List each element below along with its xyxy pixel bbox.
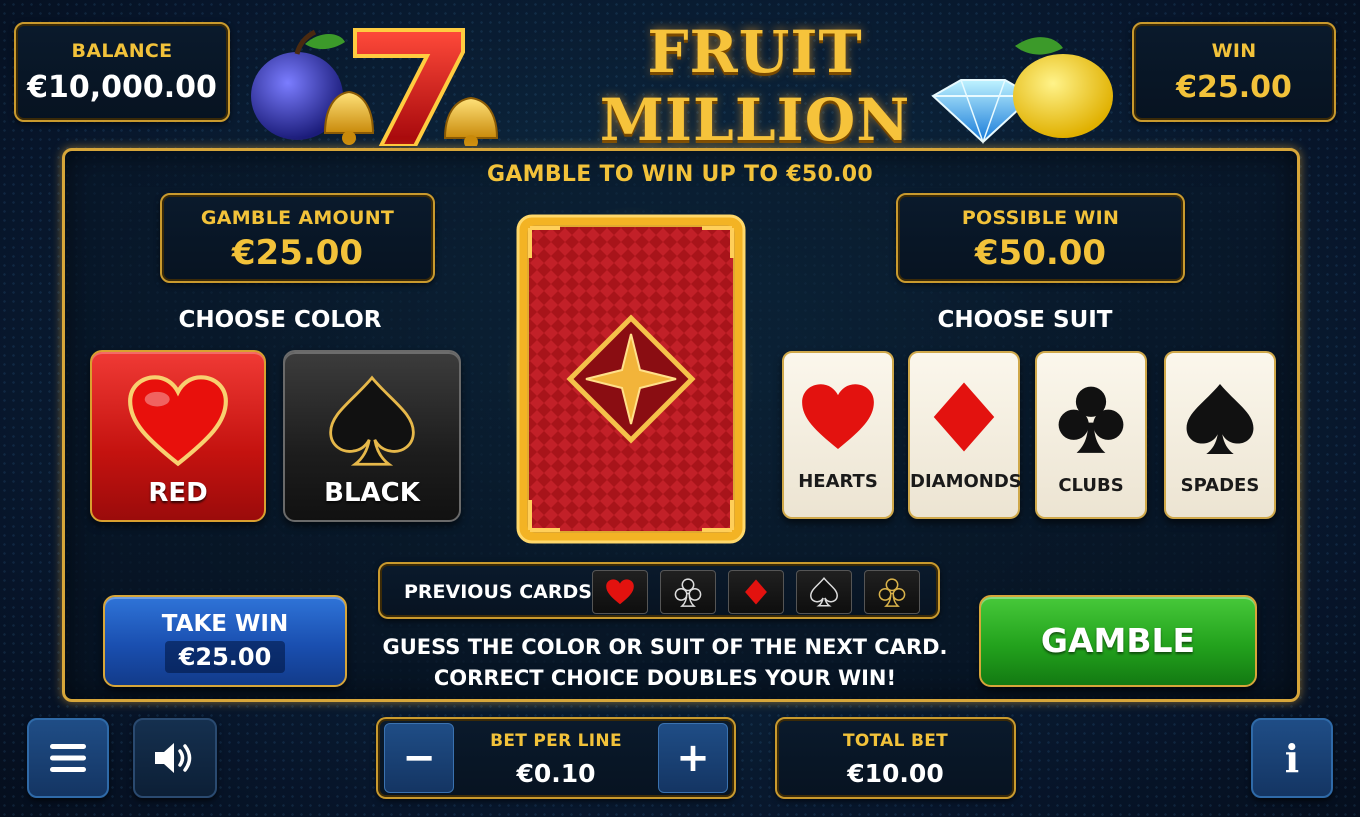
mystery-card	[516, 214, 746, 544]
previous-cards-label: PREVIOUS CARDS	[404, 581, 592, 603]
bet-per-line-value: €0.10	[516, 759, 596, 788]
black-color-button[interactable]: BLACK	[283, 350, 461, 522]
suit-clubs-label: CLUBS	[1058, 475, 1124, 496]
gamble-amount-value: €25.00	[231, 233, 364, 273]
instructions-text: GUESS THE COLOR OR SUIT OF THE NEXT CARD…	[380, 632, 950, 694]
take-win-amount: €25.00	[164, 641, 286, 673]
diamond-icon	[745, 579, 767, 605]
previous-card-hearts	[592, 570, 648, 614]
suit-clubs-button[interactable]: CLUBS	[1035, 351, 1147, 519]
take-win-button[interactable]: TAKE WIN €25.00	[103, 595, 347, 687]
instructions-line-2: CORRECT CHOICE DOUBLES YOUR WIN!	[433, 666, 897, 690]
black-button-label: BLACK	[324, 478, 420, 508]
total-bet-label: TOTAL BET	[842, 731, 949, 751]
suit-diamonds-button[interactable]: DIAMONDS	[908, 351, 1022, 519]
bet-decrease-button[interactable]: −	[384, 723, 454, 793]
possible-win-display: POSSIBLE WIN €50.00	[896, 193, 1185, 283]
bet-increase-button[interactable]: +	[658, 723, 728, 793]
club-icon	[878, 578, 906, 607]
diamond-icon	[933, 382, 995, 452]
previous-card-clubs	[864, 570, 920, 614]
previous-card-clubs	[660, 570, 716, 614]
gamble-amount-display: GAMBLE AMOUNT €25.00	[160, 193, 435, 283]
total-bet-display: TOTAL BET €10.00	[775, 717, 1016, 799]
gamble-headline: GAMBLE TO WIN UP TO €50.00	[486, 162, 874, 187]
possible-win-value: €50.00	[974, 233, 1107, 273]
club-icon	[674, 578, 702, 607]
gamble-button-label: GAMBLE	[1040, 621, 1196, 660]
spade-icon	[1186, 384, 1254, 454]
hamburger-menu-icon	[50, 744, 86, 772]
heart-icon	[128, 375, 228, 467]
instructions-line-1: GUESS THE COLOR OR SUIT OF THE NEXT CARD…	[382, 635, 948, 659]
suit-hearts-label: HEARTS	[798, 471, 878, 492]
info-icon: i	[1284, 735, 1300, 781]
game-title: FRUIT MILLION	[599, 18, 911, 154]
possible-win-label: POSSIBLE WIN	[961, 207, 1120, 229]
suit-spades-button[interactable]: SPADES	[1164, 351, 1276, 519]
heart-icon	[606, 579, 634, 605]
gamble-amount-label: GAMBLE AMOUNT	[200, 207, 395, 229]
info-button[interactable]: i	[1251, 718, 1333, 798]
suit-hearts-button[interactable]: HEARTS	[782, 351, 894, 519]
previous-card-spades	[796, 570, 852, 614]
choose-color-title: CHOOSE COLOR	[178, 307, 382, 333]
menu-button[interactable]	[27, 718, 109, 798]
balance-display: BALANCE €10,000.00	[14, 22, 230, 122]
red-button-label: RED	[148, 478, 208, 508]
take-win-label: TAKE WIN	[161, 611, 289, 637]
speaker-icon	[155, 743, 192, 773]
win-label: WIN	[1211, 40, 1257, 62]
red-color-button[interactable]: RED	[90, 350, 266, 522]
previous-card-diamonds	[728, 570, 784, 614]
bet-per-line-control: − BET PER LINE €0.10 +	[376, 717, 736, 799]
choose-suit-title: CHOOSE SUIT	[937, 307, 1113, 333]
lemon-icon	[1013, 37, 1113, 138]
balance-value: €10,000.00	[27, 70, 217, 105]
heart-icon	[802, 384, 874, 449]
previous-cards-bar: PREVIOUS CARDS	[378, 562, 940, 619]
total-bet-value: €10.00	[847, 759, 944, 788]
suit-diamonds-label: DIAMONDS	[910, 471, 1022, 492]
club-icon	[1058, 386, 1124, 453]
win-value: €25.00	[1176, 70, 1292, 105]
balance-label: BALANCE	[71, 40, 173, 62]
spade-icon	[810, 577, 838, 607]
sound-button[interactable]	[133, 718, 217, 798]
bet-per-line-label: BET PER LINE	[490, 731, 622, 751]
suit-spades-label: SPADES	[1180, 475, 1260, 496]
spade-icon	[329, 375, 415, 466]
gamble-button[interactable]: GAMBLE	[979, 595, 1257, 687]
win-display: WIN €25.00	[1132, 22, 1336, 122]
